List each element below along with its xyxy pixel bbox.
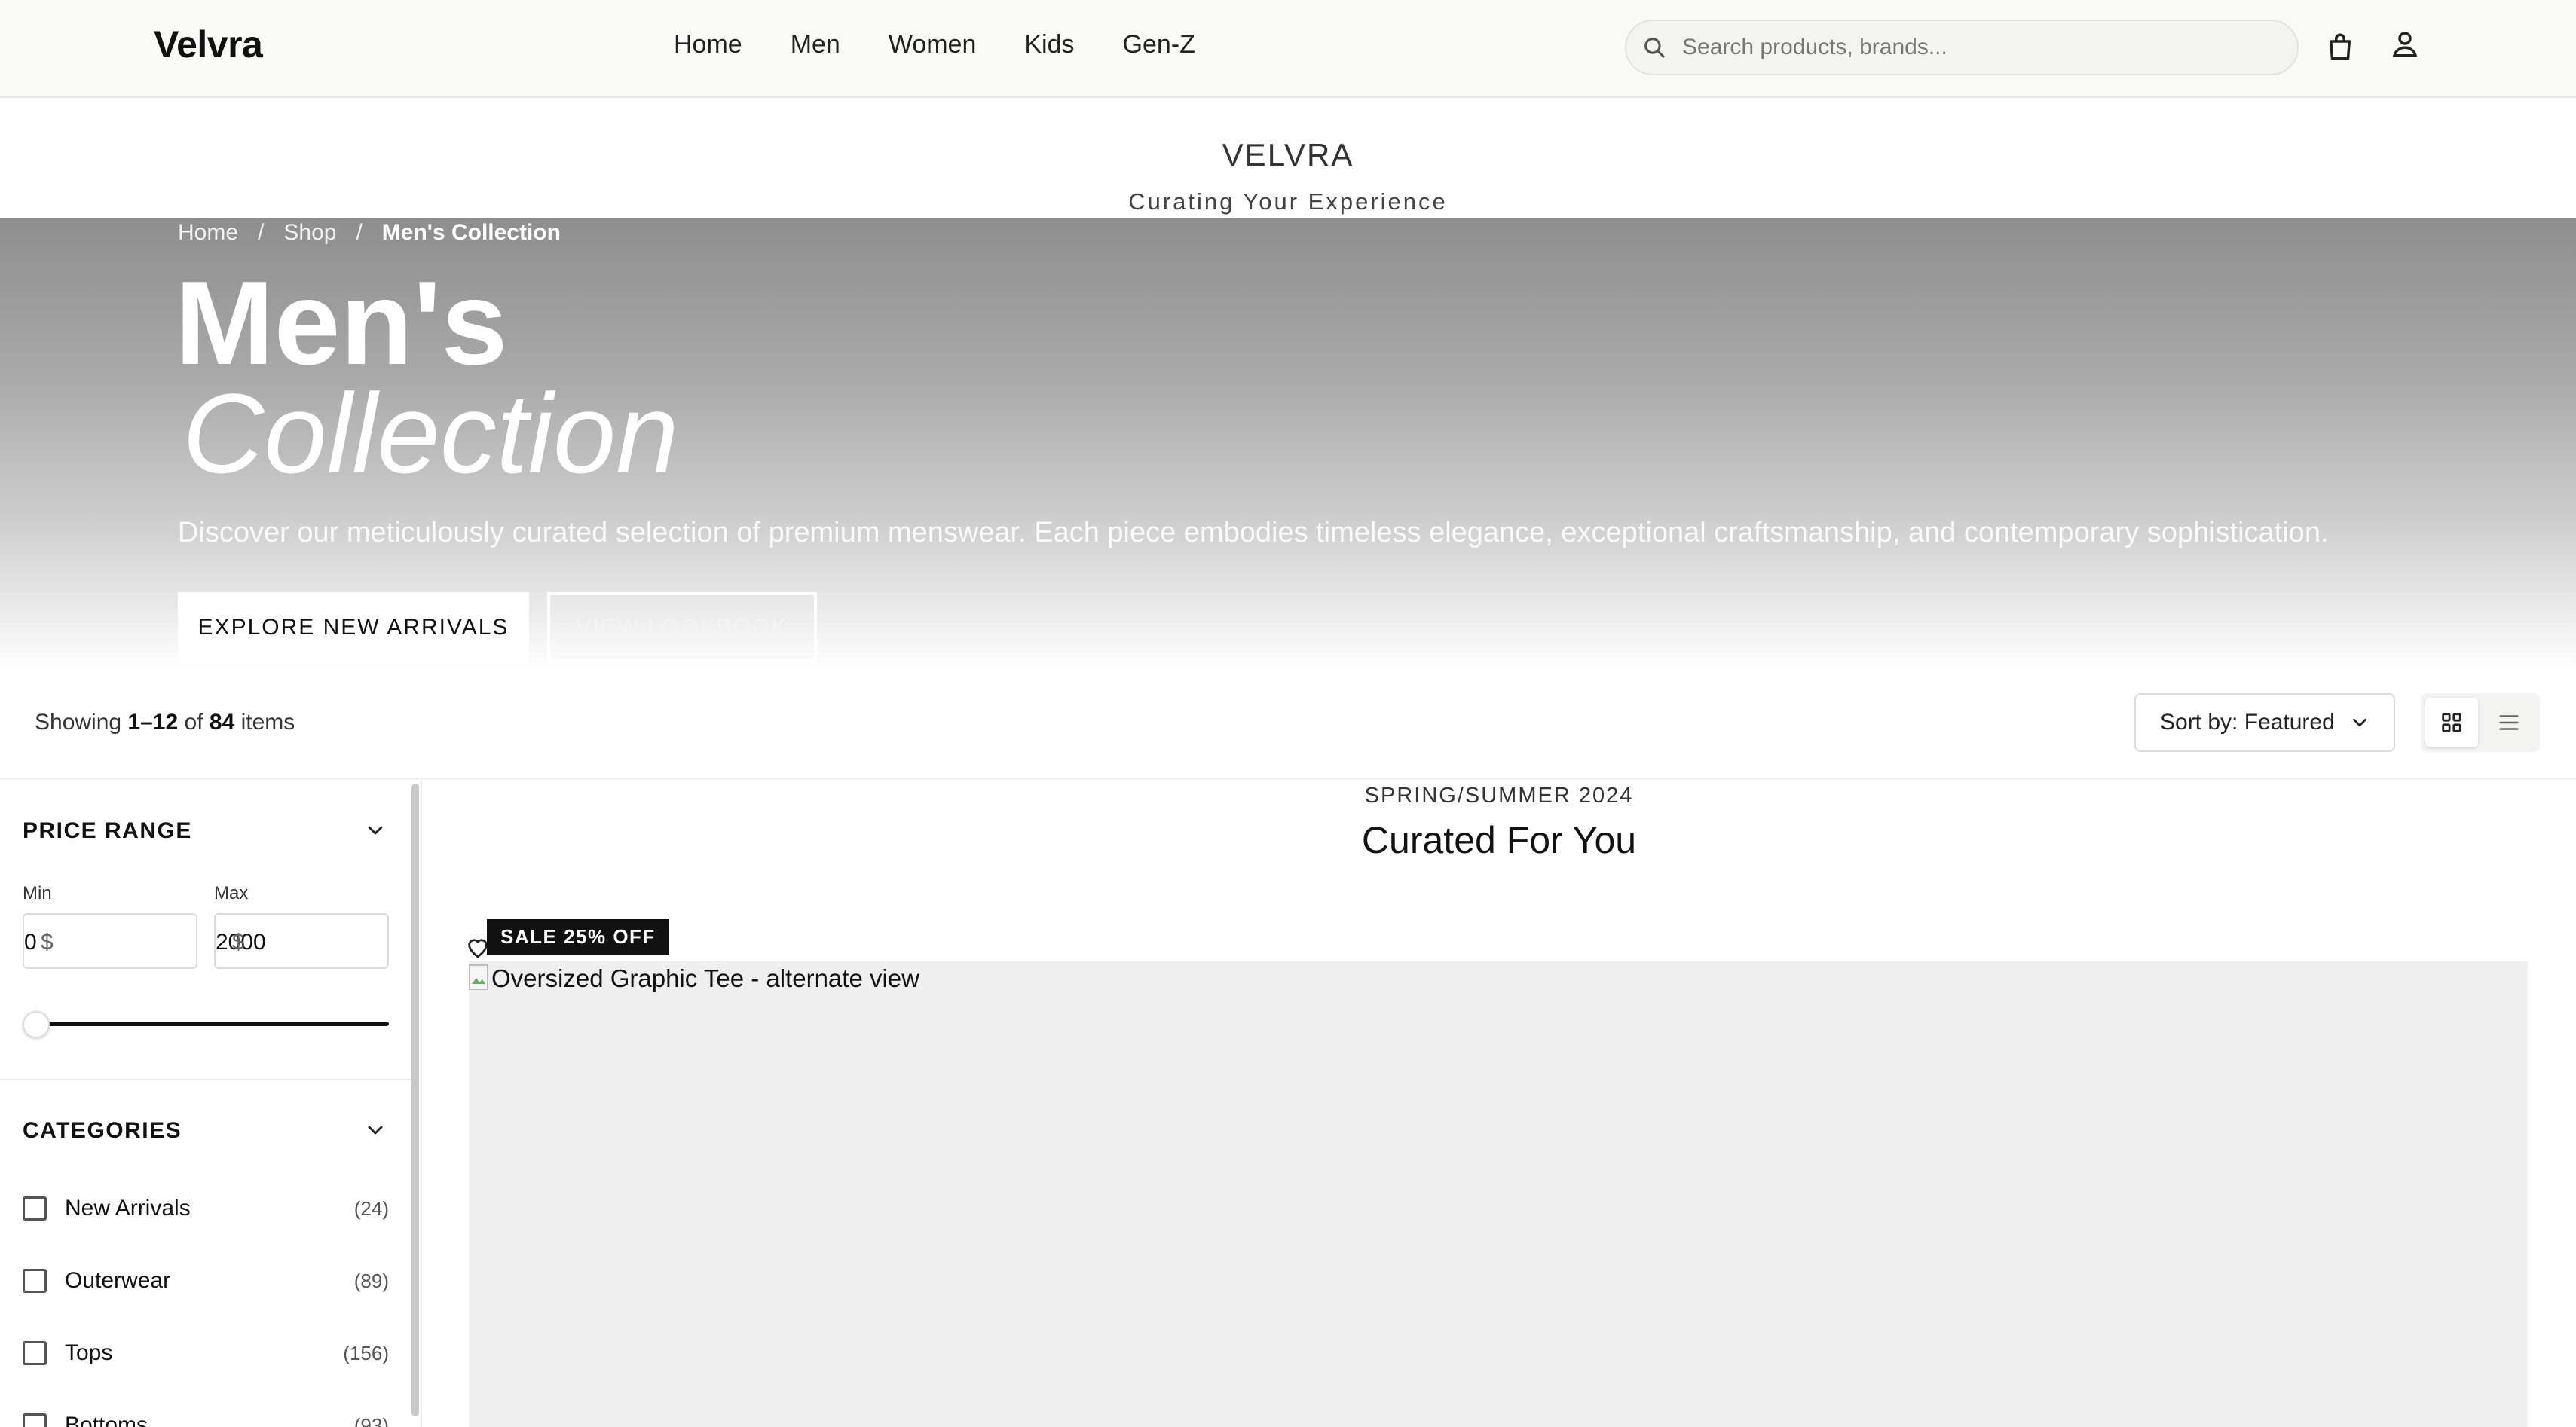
category-checkbox[interactable] bbox=[23, 1341, 47, 1365]
explore-new-arrivals-button[interactable]: EXPLORE NEW ARRIVALS bbox=[178, 592, 529, 663]
category-checkbox[interactable] bbox=[23, 1269, 47, 1293]
breadcrumb-current: Men's Collection bbox=[381, 220, 561, 245]
brand-name: VELVRA bbox=[1222, 137, 1354, 173]
product-card[interactable]: Oversized Graphic Tee - alternate view bbox=[469, 961, 2528, 1427]
price-range-title[interactable]: PRICE RANGE bbox=[23, 818, 192, 844]
categories-title[interactable]: CATEGORIES bbox=[23, 1118, 182, 1144]
search-box[interactable] bbox=[1625, 20, 2299, 75]
view-lookbook-button[interactable]: VIEW LOOKBOOK bbox=[547, 592, 817, 663]
hero-title-line1: Men's bbox=[175, 257, 508, 390]
sort-label: Sort by: Featured bbox=[2160, 710, 2335, 735]
product-area: SPRING/SUMMER 2024 Curated For You SALE … bbox=[422, 781, 2576, 1427]
breadcrumb-separator: / bbox=[356, 220, 363, 245]
section-divider bbox=[0, 1079, 411, 1080]
results-range: 1–12 bbox=[127, 710, 179, 735]
price-slider-track[interactable] bbox=[35, 1022, 389, 1026]
max-price-label: Max bbox=[214, 883, 249, 903]
category-count: (24) bbox=[353, 1196, 389, 1220]
currency-symbol: $ bbox=[41, 930, 54, 955]
view-toggle bbox=[2421, 693, 2540, 752]
category-name: Tops bbox=[65, 1340, 113, 1365]
category-checkbox[interactable] bbox=[23, 1413, 47, 1427]
category-item[interactable]: New Arrivals (24) bbox=[23, 1193, 389, 1224]
breadcrumb-shop[interactable]: Shop bbox=[283, 220, 336, 246]
category-checkbox[interactable] bbox=[23, 1196, 47, 1221]
sort-dropdown[interactable]: Sort by: Featured bbox=[2134, 693, 2395, 752]
price-slider-min-handle[interactable] bbox=[23, 1011, 50, 1038]
site-logo[interactable]: Velvra bbox=[154, 23, 263, 66]
sidebar-scrollbar[interactable] bbox=[411, 784, 419, 1416]
breadcrumb: Home / Shop / Men's Collection bbox=[178, 220, 561, 246]
results-count-prefix: Showing bbox=[35, 710, 122, 735]
grid-view-button[interactable] bbox=[2425, 698, 2478, 747]
results-total: 84 bbox=[209, 710, 235, 735]
shopping-bag-icon[interactable] bbox=[2324, 30, 2356, 63]
list-view-button[interactable] bbox=[2483, 698, 2535, 747]
results-count-of: of bbox=[184, 710, 203, 735]
collection-season: SPRING/SUMMER 2024 bbox=[1364, 784, 1634, 808]
breadcrumb-separator: / bbox=[258, 220, 265, 245]
category-item[interactable]: Tops (156) bbox=[23, 1338, 389, 1368]
results-count-suffix: items bbox=[240, 710, 295, 735]
list-icon bbox=[2499, 715, 2519, 730]
category-count: (89) bbox=[353, 1269, 389, 1292]
category-count: (93) bbox=[353, 1413, 389, 1427]
category-item[interactable]: Outerwear (89) bbox=[23, 1266, 389, 1296]
results-toolbar: Showing 1–12 of 84 items Sort by: Featur… bbox=[0, 671, 2576, 779]
category-count: (156) bbox=[343, 1341, 389, 1364]
category-name: Outerwear bbox=[65, 1268, 171, 1293]
main-nav: Home Men Women Kids Gen-Z bbox=[674, 30, 1195, 60]
section-title: Curated For You bbox=[1361, 819, 1637, 861]
hero-description: Discover our meticulously curated select… bbox=[178, 517, 2329, 548]
chevron-down-icon bbox=[2352, 718, 2366, 727]
sale-badge: SALE 25% OFF bbox=[487, 919, 669, 955]
nav-link-kids[interactable]: Kids bbox=[1024, 30, 1074, 60]
max-price-field[interactable]: 2000 $ bbox=[214, 913, 389, 969]
hero-title-line2: Collection bbox=[182, 370, 679, 497]
category-name: New Arrivals bbox=[65, 1196, 191, 1221]
results-count: Showing 1–12 of 84 items bbox=[35, 710, 295, 735]
brand-tagline: Curating Your Experience bbox=[1128, 188, 1448, 215]
min-price-label: Min bbox=[23, 883, 52, 903]
brand-strip: VELVRA Curating Your Experience bbox=[0, 98, 2576, 218]
min-price-field[interactable]: 0 $ bbox=[23, 913, 197, 969]
user-icon[interactable] bbox=[2389, 27, 2421, 60]
chevron-down-icon[interactable] bbox=[363, 818, 387, 842]
product-image-alt-text: Oversized Graphic Tee - alternate view bbox=[491, 964, 919, 992]
chevron-down-icon[interactable] bbox=[363, 1118, 387, 1142]
nav-link-home[interactable]: Home bbox=[674, 30, 742, 60]
breadcrumb-home[interactable]: Home bbox=[178, 220, 238, 246]
search-input[interactable] bbox=[1681, 34, 2269, 61]
broken-image-icon bbox=[469, 964, 488, 990]
filter-sidebar: PRICE RANGE Min Max 0 $ 2000 $ CATEGORIE… bbox=[0, 781, 422, 1427]
nav-link-men[interactable]: Men bbox=[791, 30, 840, 60]
hero-banner: Home / Shop / Men's Collection Men's Col… bbox=[0, 218, 2576, 671]
nav-link-women[interactable]: Women bbox=[889, 30, 977, 60]
currency-symbol: $ bbox=[232, 930, 245, 955]
search-icon bbox=[1644, 38, 1665, 58]
category-item[interactable]: Bottoms (93) bbox=[23, 1410, 389, 1427]
grid-icon bbox=[2442, 713, 2461, 732]
top-navigation-bar: Velvra Home Men Women Kids Gen-Z bbox=[0, 0, 2576, 98]
nav-link-gen-z[interactable]: Gen-Z bbox=[1123, 30, 1195, 60]
min-price-value: 0 bbox=[24, 930, 37, 955]
category-name: Bottoms bbox=[65, 1413, 148, 1427]
